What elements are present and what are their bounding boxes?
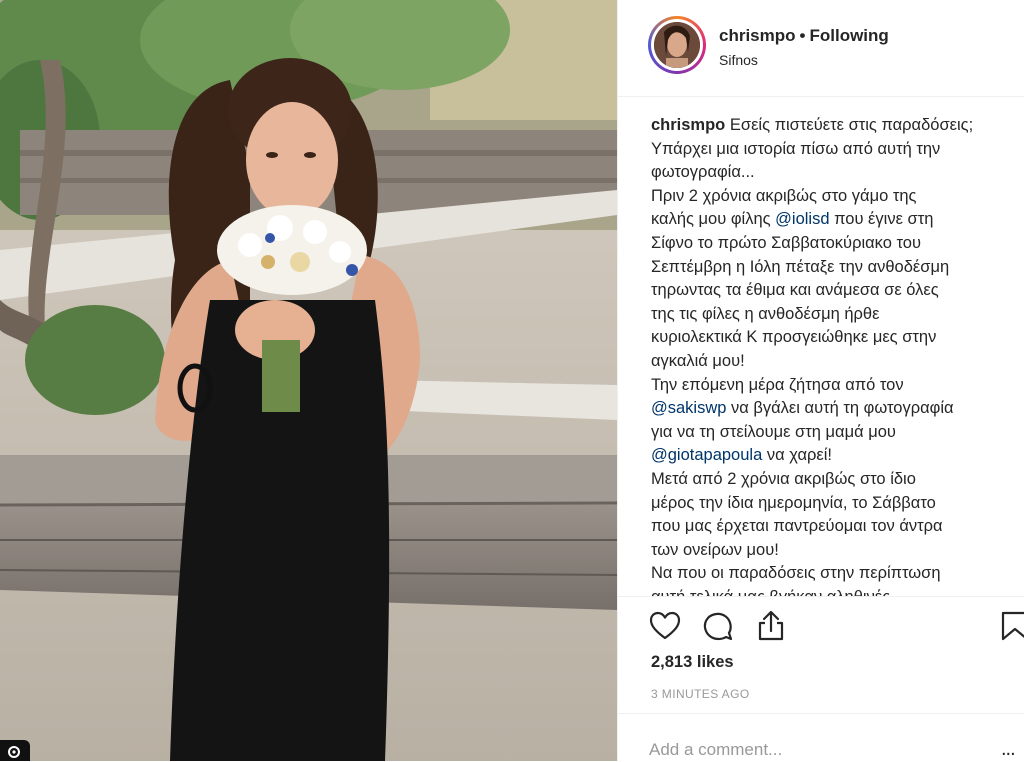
caption-username[interactable]: chrismpo xyxy=(651,116,725,134)
comment-input[interactable] xyxy=(649,740,949,760)
caption-line: τηρωντας τα έθιμα και ανάμεσα σε όλες xyxy=(651,281,939,300)
following-button[interactable]: Following xyxy=(809,26,888,45)
speech-bubble-icon[interactable] xyxy=(701,609,735,643)
caption-text: να βγάλει αυτή τη φωτογραφία xyxy=(726,399,954,418)
caption-line: της τις φίλες η ανθοδέσμη ήρθε xyxy=(651,304,880,323)
username-link[interactable]: chrismpo xyxy=(719,26,796,45)
caption-text: να χαρεί! xyxy=(762,446,832,465)
caption-line: για να τη στείλουμε στη μαμά μου xyxy=(651,422,896,441)
separator-dot: • xyxy=(799,26,806,45)
more-options-icon[interactable]: ... xyxy=(1001,738,1016,761)
heart-icon[interactable] xyxy=(648,609,682,643)
likes-count[interactable]: 2,813 likes xyxy=(651,653,734,672)
caption-text: καλής μου φίλης xyxy=(651,210,776,229)
caption-line: αυτή τελικά μας βγήκαν αληθινές... xyxy=(651,586,1006,596)
mention-link[interactable]: @iolisd xyxy=(775,210,829,228)
caption-line: φωτογραφία... xyxy=(651,163,755,182)
caption-text: που έγινε στη xyxy=(829,210,934,229)
post-timestamp[interactable]: 3 MINUTES AGO xyxy=(651,687,750,701)
photo-scene xyxy=(0,0,617,761)
caption-line: Να που οι παραδόσεις στην περίπτωση xyxy=(651,564,941,583)
caption-line: Πριν 2 χρόνια ακριβώς στο γάμο της xyxy=(651,186,917,205)
username-line: chrismpo • Following xyxy=(719,26,889,46)
caption-line: Σίφνο το πρώτο Σαββατοκύριακο του xyxy=(651,233,921,252)
location-link[interactable]: Sifnos xyxy=(719,52,758,68)
caption-line: αγκαλιά μου! xyxy=(651,351,745,370)
share-icon[interactable] xyxy=(754,609,788,643)
post-panel: chrismpo • Following Sifnos chrismpo Εσείς… xyxy=(617,0,1024,761)
caption-line: Μετά από 2 χρόνια ακριβώς στο ίδιο xyxy=(651,469,916,488)
caption-line: κυριολεκτικά Κ προσγειώθηκε μες στην xyxy=(651,328,937,347)
bookmark-icon[interactable] xyxy=(998,609,1024,643)
caption-line: που μας έρχεται παντρεύομαι τον άντρα xyxy=(651,517,943,536)
mention-link[interactable]: @sakiswp xyxy=(651,399,726,417)
instagram-badge-icon xyxy=(0,740,30,761)
avatar[interactable] xyxy=(648,16,706,74)
caption-line: Υπάρχει μια ιστορία πίσω από αυτή την xyxy=(651,139,941,158)
post-caption: chrismpo Εσείς πιστεύετε στις παραδόσεις… xyxy=(651,114,1006,596)
comment-box: ... xyxy=(618,713,1024,762)
caption-line: Την επόμενη μέρα ζήτησα από τον xyxy=(651,375,904,394)
caption-line: των ονείρων μου! xyxy=(651,540,779,559)
caption-line: Σεπτέμβρη η Ιόλη πέταξε την ανθοδέσμη xyxy=(651,257,950,276)
caption-line: μέρος την ίδια ημερομηνία, το Σάββατο xyxy=(651,493,936,512)
caption-line: Εσείς πιστεύετε στις παραδόσεις; xyxy=(729,116,974,134)
action-bar xyxy=(618,596,1024,657)
mention-link[interactable]: @giotapapoula xyxy=(651,446,762,464)
post-header: chrismpo • Following Sifnos xyxy=(618,0,1024,97)
post-photo[interactable] xyxy=(0,0,617,761)
